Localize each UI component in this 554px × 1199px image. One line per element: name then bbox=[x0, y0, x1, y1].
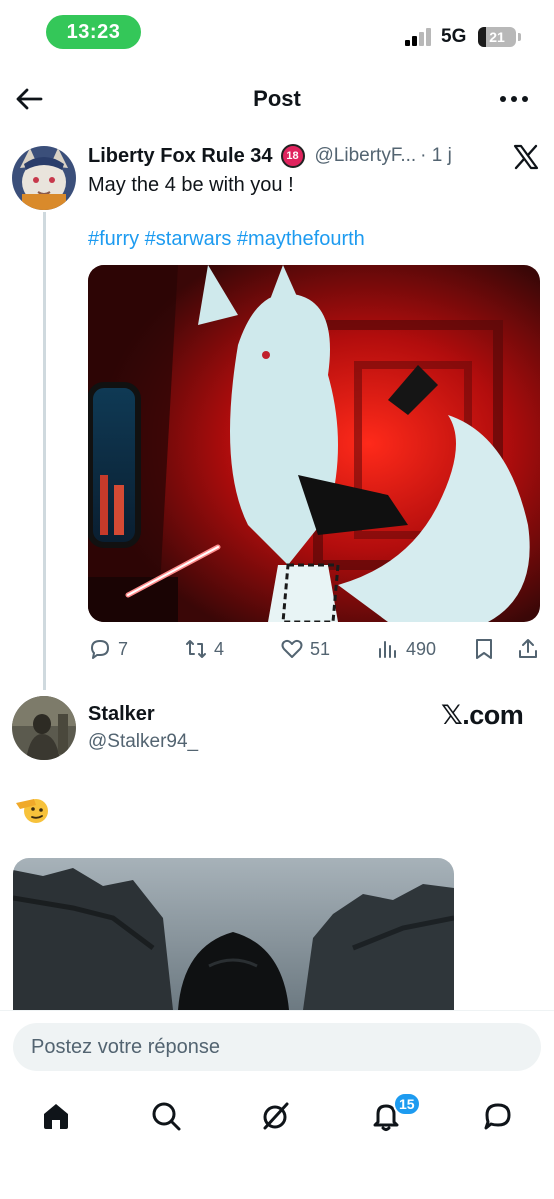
status-time: 13:23 bbox=[46, 15, 141, 49]
grok-icon bbox=[263, 1102, 289, 1130]
thread-line bbox=[43, 212, 46, 690]
reply-button[interactable]: 7 bbox=[88, 634, 128, 664]
reply-composer: Postez votre réponse bbox=[0, 1010, 554, 1080]
author-name[interactable]: Liberty Fox Rule 34 bbox=[88, 145, 273, 168]
share-icon bbox=[519, 639, 537, 658]
reply-avatar[interactable] bbox=[12, 696, 76, 760]
bookmark-button[interactable] bbox=[472, 634, 496, 664]
hashtags-link[interactable]: #furry #starwars #maythefourth bbox=[88, 228, 365, 251]
more-button[interactable] bbox=[496, 84, 532, 114]
battery-icon: 21 bbox=[478, 27, 516, 47]
home-icon bbox=[44, 1104, 68, 1129]
reply-author-handle[interactable]: @Stalker94_ bbox=[88, 731, 198, 753]
reply-image-art bbox=[13, 858, 454, 1010]
tweet-image[interactable] bbox=[88, 265, 540, 622]
post-header: Post bbox=[0, 70, 554, 128]
messages-icon bbox=[484, 1103, 511, 1130]
heart-icon bbox=[281, 639, 303, 658]
author-handle[interactable]: @LibertyF... bbox=[315, 145, 417, 167]
reply-image[interactable] bbox=[13, 858, 454, 1010]
reply-avatar-image bbox=[12, 696, 76, 760]
reply-count: 7 bbox=[118, 638, 129, 659]
bookmark-icon bbox=[476, 639, 492, 659]
retweet-icon bbox=[186, 640, 206, 658]
reply-author-name[interactable]: Stalker bbox=[88, 703, 155, 726]
analytics-icon bbox=[379, 641, 396, 658]
tweet-text: May the 4 be with you ! bbox=[88, 174, 294, 196]
post-time: · 1 j bbox=[420, 145, 452, 166]
retweet-button[interactable]: 4 bbox=[184, 634, 224, 664]
reply-icon bbox=[91, 640, 109, 659]
page-title: Post bbox=[253, 86, 301, 111]
like-count: 51 bbox=[310, 638, 331, 659]
signal-icon bbox=[405, 28, 431, 46]
retweet-count: 4 bbox=[214, 638, 225, 659]
nav-messages[interactable] bbox=[478, 1096, 518, 1136]
x-logo-icon bbox=[513, 144, 539, 170]
saluting-face-emoji bbox=[16, 799, 48, 823]
nav-grok[interactable] bbox=[256, 1096, 296, 1136]
views-button[interactable]: 490 bbox=[376, 634, 436, 664]
battery-tip bbox=[518, 33, 521, 41]
adult-content-badge: 18 bbox=[280, 144, 305, 168]
avatar[interactable] bbox=[12, 146, 76, 210]
search-icon bbox=[152, 1102, 181, 1131]
like-button[interactable]: 51 bbox=[280, 634, 330, 664]
reply-input[interactable]: Postez votre réponse bbox=[13, 1023, 541, 1071]
bottom-navigation: 15 bbox=[0, 1080, 554, 1199]
notifications-badge: 15 bbox=[393, 1092, 421, 1116]
views-count: 490 bbox=[406, 638, 437, 659]
author-row: Liberty Fox Rule 34 18 @LibertyF... · 1 … bbox=[88, 144, 452, 168]
avatar-image bbox=[12, 146, 76, 210]
nav-home[interactable] bbox=[36, 1096, 76, 1136]
tweet-image-art bbox=[88, 265, 540, 622]
nav-search[interactable] bbox=[146, 1096, 186, 1136]
share-button[interactable] bbox=[516, 634, 540, 664]
x-com-label: 𝕏.com bbox=[441, 700, 524, 730]
network-type: 5G bbox=[441, 26, 467, 47]
status-bar: 13:23 5G 21 bbox=[0, 0, 554, 64]
battery-level: 21 bbox=[489, 29, 505, 45]
more-horizontal-icon bbox=[500, 96, 528, 102]
tweet-actions: 7 4 51 490 bbox=[88, 634, 540, 664]
